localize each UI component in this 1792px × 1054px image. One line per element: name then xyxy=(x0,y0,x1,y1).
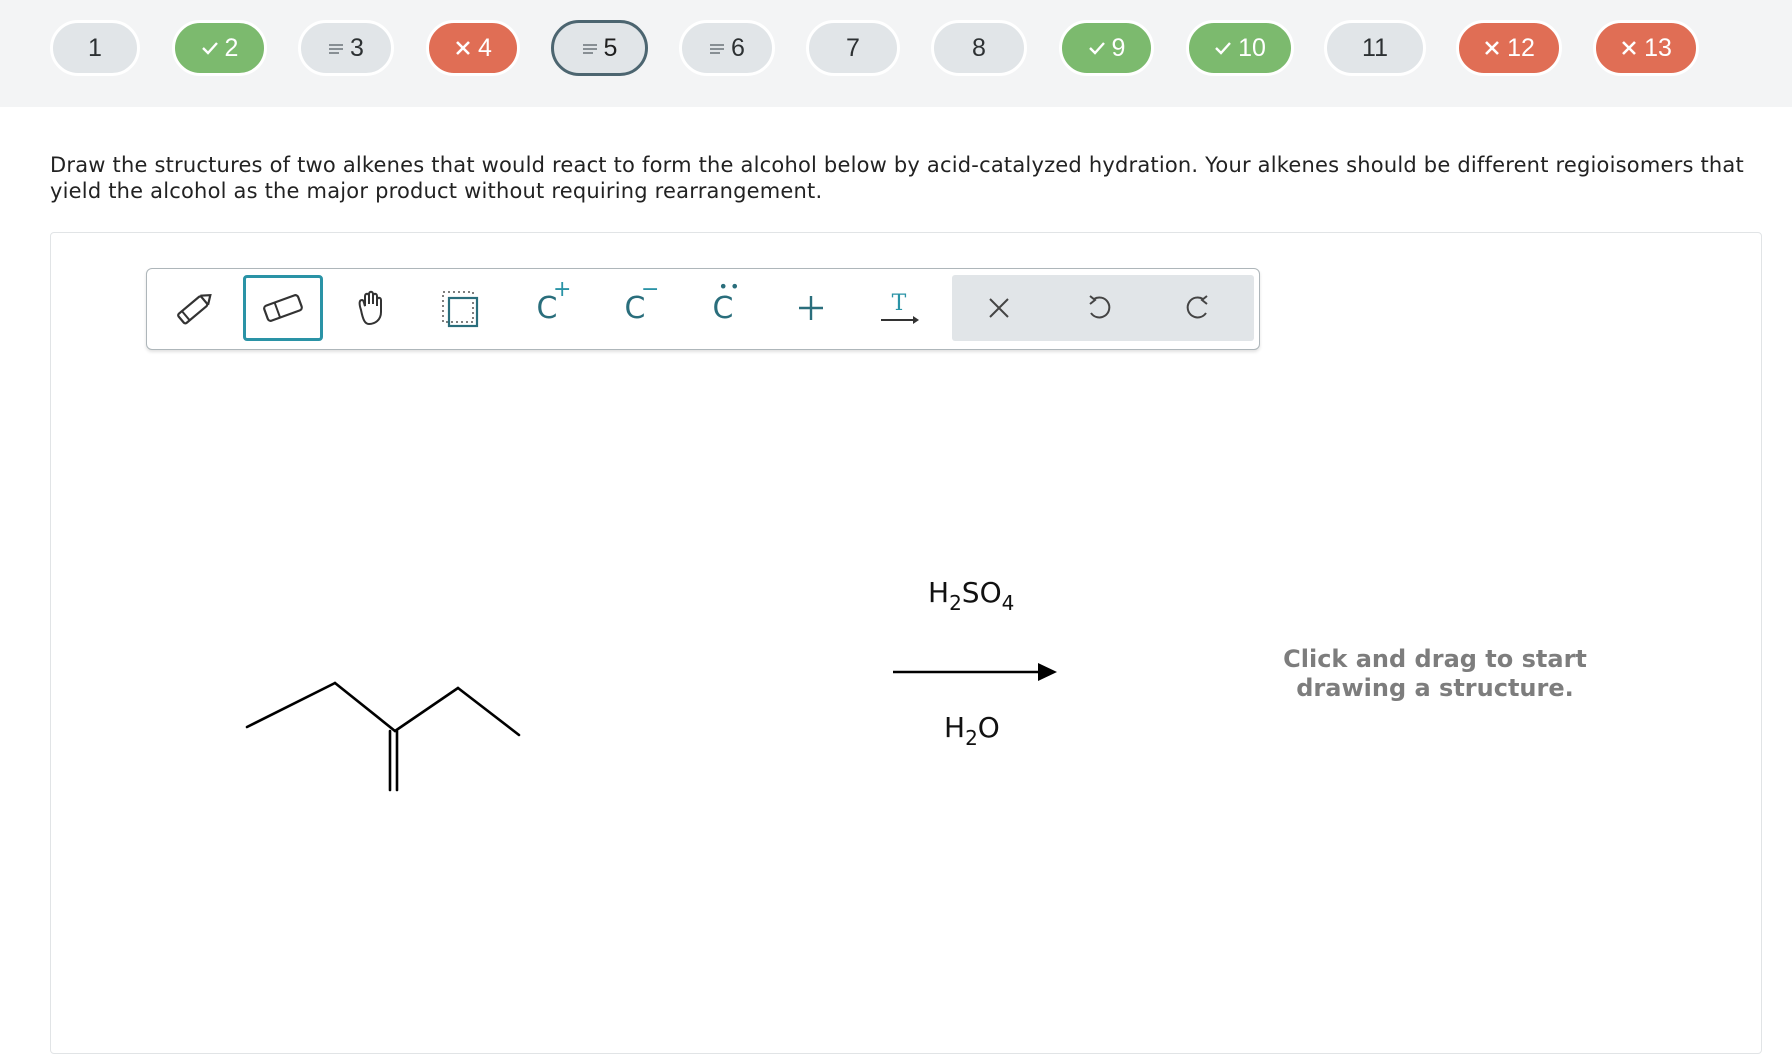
question-6-pill[interactable]: 6 xyxy=(679,20,775,76)
drawing-toolbar: C + C − •• C T xyxy=(146,268,1260,350)
question-3-pill[interactable]: 3 xyxy=(298,20,394,76)
equals-icon xyxy=(709,42,725,54)
drawing-area[interactable] xyxy=(50,232,1762,1054)
negative-charge-icon[interactable]: C − xyxy=(595,275,675,341)
question-4-pill[interactable]: 4 xyxy=(426,20,520,76)
reagent-above-arrow: H2SO4 xyxy=(928,576,1015,615)
question-10-pill[interactable]: 10 xyxy=(1186,20,1294,76)
redo-icon[interactable] xyxy=(1158,275,1238,341)
question-11-pill[interactable]: 11 xyxy=(1324,20,1426,76)
text-tool-letter: T xyxy=(892,291,907,316)
undo-icon[interactable] xyxy=(1059,275,1139,341)
select-icon[interactable] xyxy=(419,275,499,341)
plus-icon[interactable] xyxy=(771,275,851,341)
question-prompt: Draw the structures of two alkenes that … xyxy=(50,153,1744,203)
check-icon xyxy=(1214,40,1232,56)
lone-pair-icon[interactable]: •• C xyxy=(683,275,763,341)
equals-icon xyxy=(328,42,344,54)
hand-icon[interactable] xyxy=(331,275,411,341)
question-7-pill[interactable]: 7 xyxy=(806,20,900,76)
equals-icon xyxy=(582,42,598,54)
question-5-pill[interactable]: 5 xyxy=(551,20,648,76)
eraser-icon[interactable] xyxy=(243,275,323,341)
check-icon xyxy=(201,40,219,56)
question-13-pill[interactable]: 13 xyxy=(1593,20,1699,76)
question-8-pill[interactable]: 8 xyxy=(931,20,1027,76)
question-12-pill[interactable]: 12 xyxy=(1456,20,1562,76)
positive-charge-icon[interactable]: C + xyxy=(507,275,587,341)
x-icon xyxy=(454,39,472,57)
question-9-pill[interactable]: 9 xyxy=(1059,20,1154,76)
check-icon xyxy=(1088,40,1106,56)
question-1-pill[interactable]: 1 xyxy=(50,20,140,76)
clear-icon[interactable] xyxy=(959,275,1039,341)
reagent-below-arrow: H2O xyxy=(944,711,1000,750)
question-2-pill[interactable]: 2 xyxy=(172,20,267,76)
text-arrow-icon[interactable]: T xyxy=(859,275,939,341)
x-icon xyxy=(1483,39,1501,57)
pencil-icon[interactable] xyxy=(155,275,235,341)
canvas-hint: Click and drag to start drawing a struct… xyxy=(1283,645,1587,702)
x-icon xyxy=(1620,39,1638,57)
